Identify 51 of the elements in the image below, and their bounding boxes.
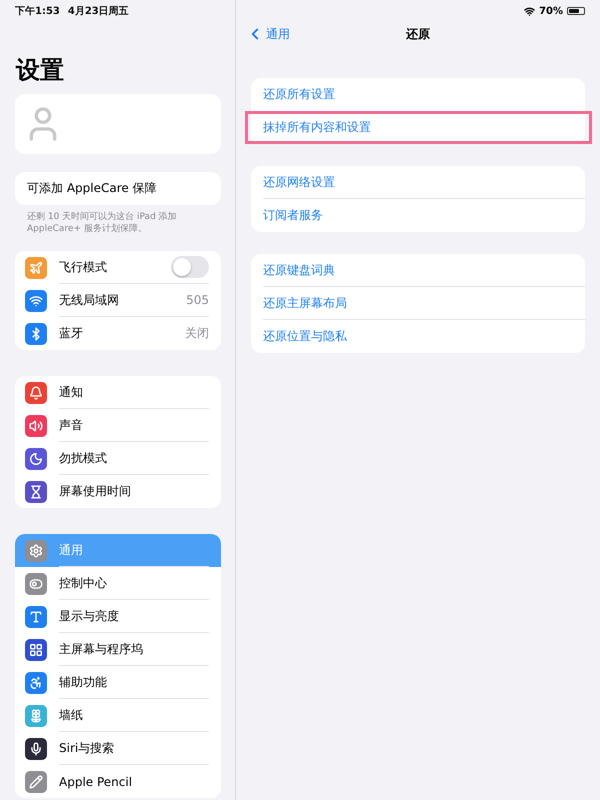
item-label: 通知 <box>59 384 83 401</box>
item-label: 蓝牙 <box>59 325 83 342</box>
applecare-row[interactable]: 可添加 AppleCare 保障 <box>15 172 221 205</box>
reset-option[interactable]: 还原键盘词典 <box>251 254 585 287</box>
item-label: Apple Pencil <box>59 774 132 789</box>
item-label: 通用 <box>59 542 83 559</box>
wifi-icon <box>524 6 536 16</box>
item-label: 显示与亮度 <box>59 608 119 625</box>
item-label: 无线局域网 <box>59 292 119 309</box>
hourglass-icon <box>25 480 47 503</box>
item-value: 505 <box>186 293 209 308</box>
wifi-icon <box>25 290 47 312</box>
item-label: 勿扰模式 <box>59 450 107 467</box>
bluetooth-icon <box>25 322 47 345</box>
item-value: 关闭 <box>185 325 209 342</box>
grid-icon <box>25 638 47 661</box>
battery-percent: 70% <box>539 6 563 16</box>
battery-icon <box>567 7 585 15</box>
item-label: 控制中心 <box>59 574 107 592</box>
item-label: 飞行模式 <box>59 258 107 276</box>
flower-icon <box>25 704 47 727</box>
page-title: 还原 <box>406 26 430 42</box>
toggle-switch[interactable] <box>171 256 209 278</box>
item-label: 辅助功能 <box>59 674 107 691</box>
reset-option[interactable]: 还原位置与隐私 <box>251 320 585 353</box>
microphone-icon <box>25 738 47 760</box>
settings-icon <box>25 540 47 562</box>
item-label: 主屏幕与程序坞 <box>59 640 143 658</box>
item-label: Siri与搜索 <box>59 740 114 757</box>
status-date: 4月23日周五 <box>68 5 129 18</box>
speaker-icon <box>25 414 47 437</box>
reset-option[interactable]: 还原主屏幕布局 <box>251 287 585 320</box>
text-size-icon <box>25 606 47 628</box>
bell-icon <box>25 382 47 404</box>
moon-icon <box>25 448 47 470</box>
reset-option[interactable]: 订阅者服务 <box>251 199 585 232</box>
pencil-icon <box>25 770 47 793</box>
airplane-icon <box>25 256 47 279</box>
settings-title: 设置 <box>16 55 65 86</box>
toggle-icon <box>25 572 47 595</box>
back-button[interactable]: 通用 <box>246 25 290 43</box>
item-label: 声音 <box>59 416 83 434</box>
reset-option[interactable]: 还原网络设置 <box>251 166 585 199</box>
accessibility-icon <box>25 672 47 694</box>
item-label: 屏幕使用时间 <box>59 483 131 500</box>
reset-option[interactable]: 抹掉所有内容和设置 <box>245 111 592 144</box>
profile-card[interactable] <box>15 94 221 154</box>
applecare-note: 还剩 10 天时间可以为这台 iPad 添加 AppleCare+ 服务计划保障。 <box>26 210 178 236</box>
reset-option[interactable]: 还原所有设置 <box>251 78 585 111</box>
item-label: 墙纸 <box>59 706 83 724</box>
status-time: 下午1:53 <box>15 4 60 18</box>
